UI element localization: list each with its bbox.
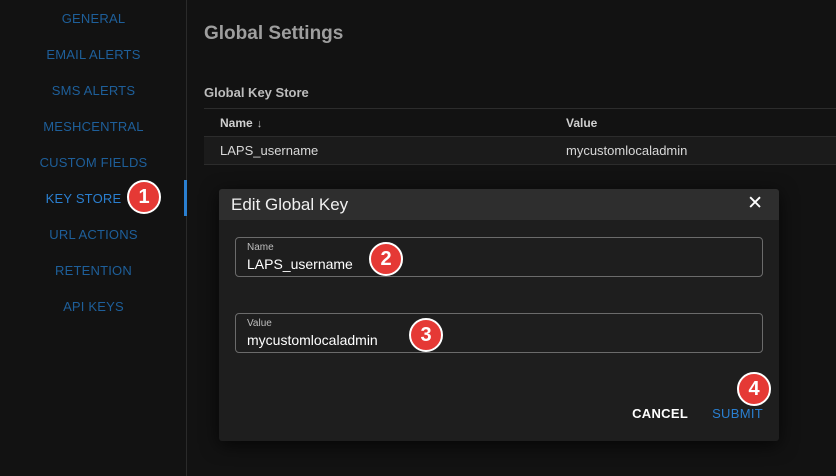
column-header-name[interactable]: Name ↓: [220, 116, 262, 130]
dialog-header: Edit Global Key ✕: [219, 189, 779, 220]
key-store-table: Name ↓ Value LAPS_username mycustomlocala…: [204, 108, 836, 165]
cell-name: LAPS_username: [220, 143, 319, 158]
dialog-title: Edit Global Key: [231, 194, 349, 214]
value-field-value[interactable]: mycustomlocaladmin: [247, 332, 378, 348]
table-row[interactable]: LAPS_username mycustomlocaladmin: [204, 137, 836, 165]
sidebar-item-retention[interactable]: RETENTION: [0, 252, 187, 288]
column-header-value[interactable]: Value: [566, 116, 597, 130]
step-marker-1: 1: [127, 180, 161, 214]
page-title: Global Settings: [204, 23, 344, 44]
cell-value: mycustomlocaladmin: [566, 143, 688, 158]
sidebar-item-general[interactable]: GENERAL: [0, 0, 187, 36]
name-field-label: Name: [247, 242, 274, 253]
section-title: Global Key Store: [204, 85, 309, 100]
value-field-label: Value: [247, 318, 272, 329]
cancel-button[interactable]: CANCEL: [632, 406, 688, 421]
submit-button[interactable]: SUBMIT: [712, 406, 763, 421]
sidebar-item-custom-fields[interactable]: CUSTOM FIELDS: [0, 144, 187, 180]
name-field[interactable]: Name LAPS_username: [235, 237, 763, 277]
table-header: Name ↓ Value: [204, 109, 836, 137]
active-indicator: [184, 180, 187, 216]
edit-global-key-dialog: Edit Global Key ✕ Name LAPS_username Val…: [219, 189, 779, 441]
sidebar-item-meshcentral[interactable]: MESHCENTRAL: [0, 108, 187, 144]
name-field-value[interactable]: LAPS_username: [247, 256, 353, 272]
app-root: GENERAL EMAIL ALERTS SMS ALERTS MESHCENT…: [0, 0, 836, 476]
dialog-actions: CANCEL SUBMIT: [632, 406, 763, 421]
settings-sidebar: GENERAL EMAIL ALERTS SMS ALERTS MESHCENT…: [0, 0, 187, 476]
value-field[interactable]: Value mycustomlocaladmin: [235, 313, 763, 353]
step-marker-4: 4: [737, 372, 771, 406]
sidebar-item-api-keys[interactable]: API KEYS: [0, 288, 187, 324]
step-marker-2: 2: [369, 242, 403, 276]
sidebar-item-url-actions[interactable]: URL ACTIONS: [0, 216, 187, 252]
sidebar-item-email-alerts[interactable]: EMAIL ALERTS: [0, 36, 187, 72]
close-icon[interactable]: ✕: [747, 193, 763, 215]
sort-arrow-down-icon[interactable]: ↓: [257, 118, 263, 130]
column-header-name-label: Name: [220, 115, 253, 130]
step-marker-3: 3: [409, 318, 443, 352]
sidebar-item-sms-alerts[interactable]: SMS ALERTS: [0, 72, 187, 108]
